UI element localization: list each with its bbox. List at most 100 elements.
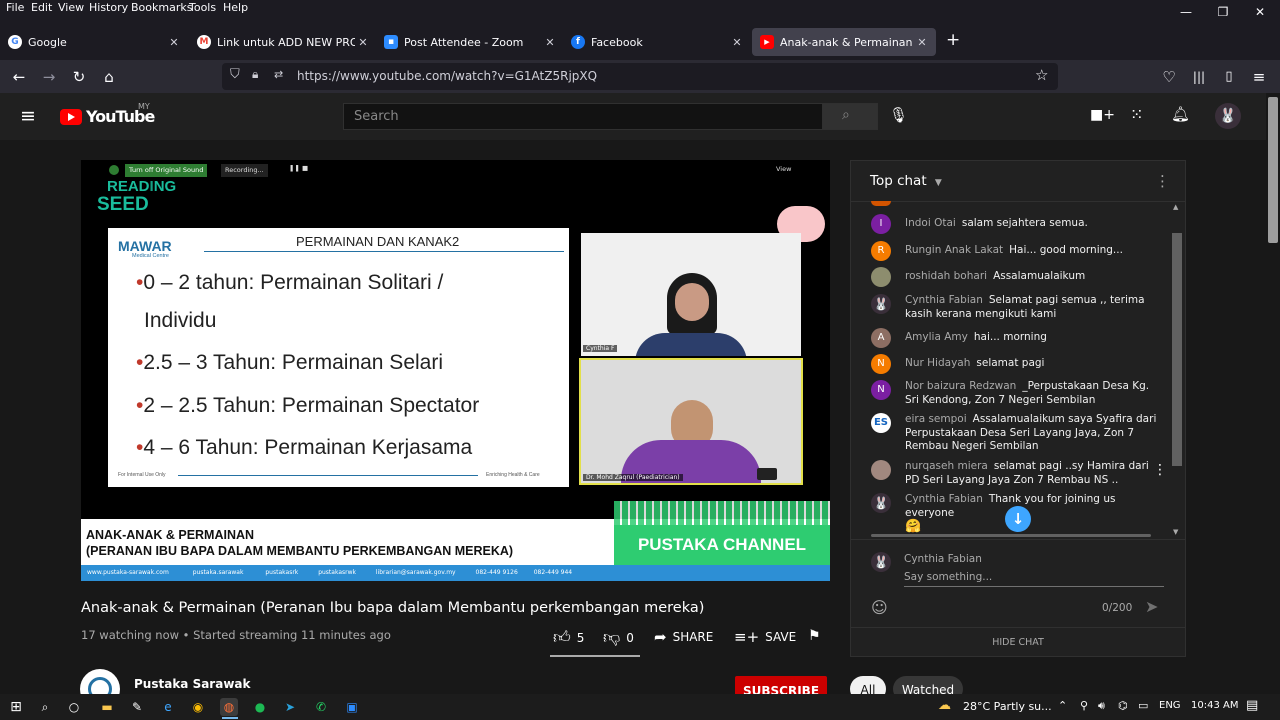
scroll-down-icon[interactable]: ▼ — [1173, 528, 1178, 536]
microphone-icon[interactable]: 🎙︎ — [889, 106, 908, 124]
account-avatar[interactable]: 🐰 — [1215, 103, 1241, 129]
menu-edit[interactable]: Edit — [31, 1, 52, 14]
url-bar[interactable]: ⛉ 🔒︎ ⇄ https://www.youtube.com/watch?v=G… — [222, 63, 1058, 90]
lock-icon[interactable]: 🔒︎ — [252, 67, 258, 82]
hide-chat-button[interactable]: HIDE CHAT — [851, 637, 1185, 648]
sidebar-icon[interactable]: ▯ — [1218, 66, 1240, 88]
url-text[interactable]: https://www.youtube.com/watch?v=G1AtZ5Rj… — [297, 69, 597, 83]
chat-author[interactable]: nurqaseh miera — [905, 460, 988, 472]
search-button[interactable]: ⌕ — [822, 103, 878, 130]
save-button[interactable]: ≡+ SAVE — [734, 628, 796, 646]
original-sound-button[interactable]: Turn off Original Sound — [125, 164, 208, 177]
send-icon[interactable]: ➤ — [1145, 597, 1158, 616]
menu-tools[interactable]: Tools — [189, 1, 216, 14]
close-tab-icon[interactable]: ✕ — [729, 36, 745, 49]
back-icon[interactable]: ← — [8, 66, 30, 88]
chat-author[interactable]: Amylia Amy — [905, 331, 968, 343]
shield-icon[interactable]: ⛉ — [230, 67, 240, 82]
tray-chevron-icon[interactable]: ⌃ — [1058, 699, 1067, 712]
file-explorer-icon[interactable]: ▬ — [98, 698, 116, 716]
page-scrollbar-thumb[interactable] — [1268, 97, 1278, 243]
new-tab-button[interactable]: + — [946, 30, 960, 50]
youtube-logo-icon[interactable] — [60, 109, 82, 125]
close-tab-icon[interactable]: ✕ — [542, 36, 558, 49]
view-button[interactable]: View — [776, 165, 791, 173]
chat-more-icon[interactable]: ⋮ — [1155, 172, 1170, 190]
spotify-icon[interactable]: ● — [251, 698, 269, 716]
chrome-icon[interactable]: ◉ — [189, 698, 207, 716]
share-button[interactable]: ➦ SHARE — [654, 628, 713, 646]
close-tab-icon[interactable]: ✕ — [355, 36, 371, 49]
emoji-picker-icon[interactable]: ☺ — [871, 598, 888, 617]
chat-author[interactable]: roshidah bohari — [905, 270, 987, 282]
close-tab-icon[interactable]: ✕ — [166, 36, 182, 49]
chat-author[interactable]: Cynthia Fabian — [905, 294, 983, 306]
forward-icon[interactable]: → — [38, 66, 60, 88]
chat-author[interactable]: Cynthia Fabian — [905, 493, 983, 505]
chat-message-input[interactable]: Say something... — [904, 571, 1164, 587]
pocket-icon[interactable]: ♡ — [1158, 66, 1180, 88]
clock[interactable]: 10:43 AM — [1191, 700, 1238, 711]
windows-start-icon[interactable]: ⊞ — [7, 698, 25, 716]
video-meta: 17 watching now • Started streaming 11 m… — [81, 628, 391, 642]
weather-text[interactable]: 28°C Partly su... — [963, 700, 1052, 713]
reload-icon[interactable]: ↻ — [68, 66, 90, 88]
firefox-icon[interactable]: ◍ — [220, 698, 238, 716]
horizontal-scroll-hint — [871, 534, 1151, 537]
permissions-icon[interactable]: ⇄ — [274, 68, 283, 81]
network-icon[interactable]: ⌬ — [1118, 699, 1128, 712]
channel-name[interactable]: Pustaka Sarawak — [134, 677, 251, 691]
apps-grid-icon[interactable]: ⁙ — [1130, 105, 1143, 124]
whatsapp-icon[interactable]: ✆ — [312, 698, 330, 716]
task-view-icon[interactable]: ○ — [65, 698, 83, 716]
close-tab-icon[interactable]: ✕ — [914, 36, 930, 49]
library-icon[interactable]: ||| — [1188, 66, 1210, 88]
chat-scrollbar[interactable]: ▲ ▼ — [1171, 203, 1183, 538]
bookmark-star-icon[interactable]: ☆ — [1035, 66, 1048, 84]
scroll-to-bottom-icon[interactable]: ↓ — [1005, 506, 1031, 532]
slide-bullet: •2 – 2.5 Tahun: Permainan Spectator — [136, 394, 480, 417]
menu-file[interactable]: File — [6, 1, 24, 14]
app-menu-icon[interactable]: ≡ — [1248, 66, 1270, 88]
tab-gmail[interactable]: M Link untuk ADD NEW PROGRAM ✕ — [189, 28, 377, 56]
dislike-button[interactable]: 👎︎ 0 — [603, 627, 634, 648]
battery-icon[interactable]: ▭ — [1138, 699, 1148, 712]
chat-author[interactable]: Nur Hidayah — [905, 357, 970, 369]
home-icon[interactable]: ⌂ — [98, 66, 120, 88]
weather-icon[interactable]: ☁ — [938, 698, 951, 713]
hamburger-menu-icon[interactable]: ≡ — [20, 105, 36, 127]
page-scrollbar[interactable] — [1266, 93, 1280, 694]
menu-history[interactable]: History — [89, 1, 128, 14]
telegram-icon[interactable]: ➤ — [281, 698, 299, 716]
zoom-taskbar-icon[interactable]: ▣ — [343, 698, 361, 716]
notifications-icon[interactable]: 🔔︎ — [1171, 105, 1190, 123]
volume-icon[interactable]: 🔊︎ — [1098, 699, 1105, 713]
menu-view[interactable]: View — [58, 1, 84, 14]
edge-icon[interactable]: e — [159, 698, 177, 716]
report-flag-icon[interactable]: ⚑ — [808, 628, 821, 644]
language-indicator[interactable]: ENG — [1159, 700, 1181, 711]
chat-mode-dropdown[interactable]: Top chat ▼ — [870, 173, 942, 189]
search-input[interactable]: Search — [343, 103, 823, 130]
menu-bookmarks[interactable]: Bookmarks — [131, 1, 192, 14]
notification-center-icon[interactable]: ▤ — [1246, 698, 1258, 713]
tab-youtube[interactable]: ▶ Anak-anak & Permainan (Perana ✕ — [752, 28, 936, 56]
search-taskbar-icon[interactable]: ⌕ — [36, 698, 54, 716]
pen-app-icon[interactable]: ✎ — [128, 698, 146, 716]
usb-icon[interactable]: ⚲ — [1080, 699, 1088, 712]
create-video-icon[interactable]: ■+ — [1090, 107, 1115, 123]
menu-help[interactable]: Help — [223, 1, 248, 14]
chat-author[interactable]: Nor baizura Redzwan — [905, 380, 1016, 392]
chat-author[interactable]: Indoi Otai — [905, 217, 956, 229]
chat-author[interactable]: Rungin Anak Lakat — [905, 244, 1003, 256]
video-player[interactable]: Turn off Original Sound Recording... ❚❚ … — [81, 160, 830, 581]
scroll-up-icon[interactable]: ▲ — [1173, 203, 1178, 211]
tab-google[interactable]: G Google ✕ — [0, 28, 188, 56]
chat-author[interactable]: eira sempoi — [905, 413, 967, 425]
pause-stop-icon[interactable]: ❚❚ ■ — [289, 164, 308, 172]
tab-facebook[interactable]: f Facebook ✕ — [563, 28, 751, 56]
tab-zoom[interactable]: ▪ Post Attendee - Zoom ✕ — [376, 28, 564, 56]
like-button[interactable]: 👍︎ 5 — [553, 627, 584, 648]
chat-scrollbar-thumb[interactable] — [1172, 233, 1182, 466]
message-more-icon[interactable]: ⋮ — [1153, 462, 1167, 478]
